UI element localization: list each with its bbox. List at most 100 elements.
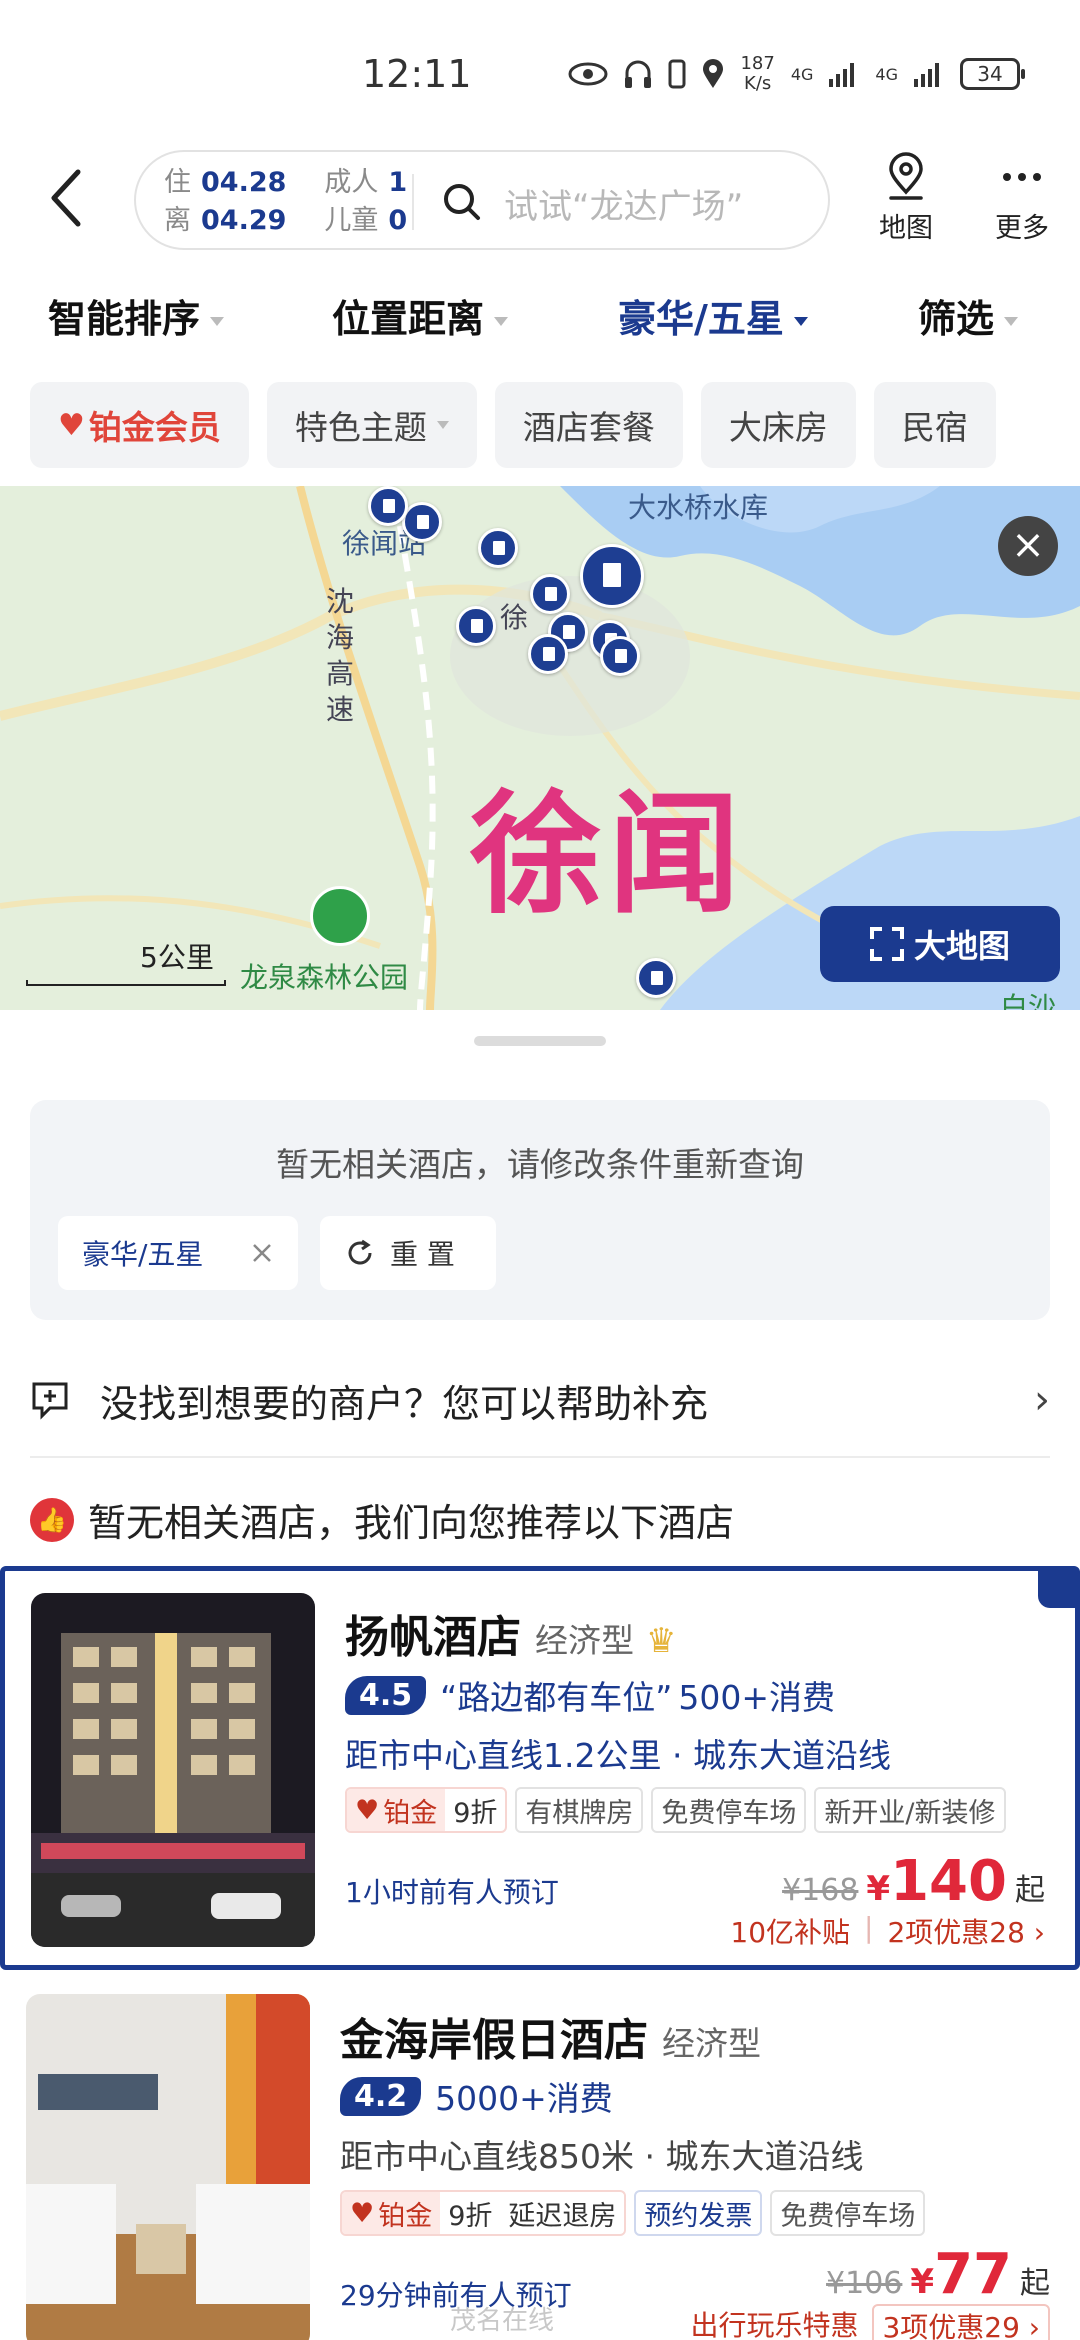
map-label-highway-4: 速 bbox=[326, 693, 355, 726]
close-map-button[interactable]: × bbox=[998, 516, 1058, 576]
promo-discounts[interactable]: 2项优惠28 › bbox=[887, 1911, 1045, 1951]
map-pin-icon bbox=[889, 152, 923, 200]
checkout-date: 04.29 bbox=[201, 205, 287, 236]
hotel-map-pin[interactable] bbox=[528, 634, 568, 674]
hotel-map-pin[interactable] bbox=[530, 574, 570, 614]
platinum-discount-badge: ♥ 铂金 9折 bbox=[345, 1787, 508, 1833]
more-dots-icon bbox=[1003, 173, 1041, 181]
sort-bar: 智能排序 位置距离 豪华/五星 筛选 bbox=[0, 280, 1080, 352]
map-city-name: 徐闻 bbox=[470, 778, 746, 932]
map-scale-bar bbox=[26, 980, 226, 986]
heart-icon: ♥ bbox=[355, 1794, 380, 1826]
active-filter-chip[interactable]: 豪华/五星 bbox=[58, 1216, 298, 1290]
tag-bigbed-label: 大床房 bbox=[728, 408, 828, 447]
park-tree-icon bbox=[310, 886, 370, 946]
sort-distance[interactable]: 位置距离 bbox=[332, 288, 509, 343]
hotel-map-pin[interactable] bbox=[456, 606, 496, 646]
promo-discounts[interactable]: 3项优惠29 › bbox=[872, 2304, 1050, 2340]
more-button[interactable]: 更多 bbox=[982, 152, 1062, 245]
tag-homestay[interactable]: 民宿 bbox=[873, 382, 996, 468]
checkin-label: 住 bbox=[164, 167, 191, 198]
caret-down-icon bbox=[436, 421, 449, 429]
expand-icon bbox=[869, 927, 904, 961]
feature-badge: 延迟退房 bbox=[500, 2193, 625, 2233]
search-header: 住 04.28 成人 1 离 04.29 儿童 0 试试“龙达广场” 地图 更多 bbox=[0, 140, 1080, 260]
watermark: 茂名在线 bbox=[450, 2306, 555, 2336]
hotel-name[interactable]: 扬帆酒店 经济型 ♛ bbox=[345, 1601, 676, 1665]
sort-filter[interactable]: 筛选 bbox=[918, 288, 1019, 343]
hotel-map-pin-selected[interactable] bbox=[580, 544, 644, 608]
thumbs-up-icon: 👍 bbox=[30, 1497, 74, 1542]
sort-luxury[interactable]: 豪华/五星 bbox=[618, 288, 808, 343]
hotel-badges: ♥ 铂金 9折 有棋牌房 免费停车场 新开业/新装修 bbox=[345, 1787, 1006, 1833]
hotel-card[interactable]: 扬帆酒店 经济型 ♛ 4.5 “路边都有车位” 500+消费 距市中心直线1.2公里… bbox=[0, 1566, 1080, 1970]
recommend-header-text: 暂无相关酒店，我们向您推荐以下酒店 bbox=[88, 1501, 735, 1545]
caret-down-icon bbox=[210, 317, 225, 326]
adult-count: 1 bbox=[388, 167, 408, 198]
back-icon[interactable] bbox=[48, 168, 84, 228]
signal-bars-icon-2 bbox=[914, 63, 939, 87]
price-value: 140 bbox=[890, 1849, 1007, 1914]
map-button[interactable]: 地图 bbox=[866, 152, 946, 245]
search-divider bbox=[412, 174, 414, 230]
refresh-icon bbox=[348, 1239, 372, 1265]
hotel-map-pin[interactable] bbox=[636, 958, 676, 998]
sort-filter-label: 筛选 bbox=[918, 297, 995, 341]
tag-package[interactable]: 酒店套餐 bbox=[494, 382, 683, 468]
consumption-count: 500+消费 bbox=[678, 1678, 835, 1717]
hotel-location: 距市中心直线1.2公里 · 城东大道沿线 bbox=[345, 1736, 891, 1775]
active-filter-label: 豪华/五星 bbox=[82, 1238, 204, 1271]
recent-booking: 1小时前有人预订 bbox=[345, 1876, 559, 1909]
caret-down-icon bbox=[793, 317, 808, 326]
map-marker-icon bbox=[1038, 1568, 1078, 1608]
hotel-badges: ♥ 铂金 9折 延迟退房 预约发票 免费停车场 bbox=[340, 2190, 926, 2236]
map-label-reservoir: 大水桥水库 bbox=[628, 491, 769, 524]
review-highlight: “路边都有车位” bbox=[440, 1678, 673, 1717]
sort-smart[interactable]: 智能排序 bbox=[48, 288, 225, 343]
hotel-type: 经济型 bbox=[535, 1621, 634, 1660]
tag-homestay-label: 民宿 bbox=[901, 408, 968, 447]
sheet-drag-handle[interactable] bbox=[474, 1036, 606, 1046]
map-scale-label: 5公里 bbox=[140, 941, 214, 974]
hotel-map-pin[interactable] bbox=[478, 528, 518, 568]
hotel-map-pin[interactable] bbox=[402, 502, 442, 542]
chevron-right-icon: › bbox=[1034, 1377, 1050, 1423]
heart-icon: ♥ bbox=[350, 2197, 375, 2229]
tag-platinum-member-label: 铂金会员 bbox=[88, 408, 221, 447]
hotel-map-pin[interactable] bbox=[600, 636, 640, 676]
feature-badge: 免费停车场 bbox=[651, 1787, 807, 1833]
map-label-edge: 白沙 bbox=[1000, 991, 1057, 1010]
search-box[interactable]: 住 04.28 成人 1 离 04.29 儿童 0 试试“龙达广场” bbox=[134, 150, 830, 250]
hotel-rating-row: 4.2 5000+消费 bbox=[340, 2072, 613, 2120]
promo-row[interactable]: 出行玩乐特惠 3项优惠29 › bbox=[690, 2304, 1050, 2340]
close-icon[interactable] bbox=[250, 1241, 274, 1265]
current-price: ¥77 bbox=[910, 2242, 1012, 2307]
suggest-merchant-row[interactable]: 没找到想要的商户？您可以帮助补充 › bbox=[30, 1360, 1050, 1440]
map-view[interactable]: 大水桥水库 徐闻站 沈 海 高 速 徐 龙泉森林公园 白沙 徐闻 × 5公里 大… bbox=[0, 486, 1080, 1010]
promo-row[interactable]: 10亿补贴 | 2项优惠28 › bbox=[730, 1911, 1045, 1951]
reset-button-label: 重 置 bbox=[390, 1238, 455, 1271]
consumption-count: 5000+消费 bbox=[435, 2079, 613, 2118]
hotel-photo[interactable] bbox=[26, 1994, 310, 2340]
tag-platinum-member[interactable]: ♥ 铂金会员 bbox=[30, 382, 249, 468]
hotel-card[interactable]: 金海岸假日酒店 经济型 4.2 5000+消费 距市中心直线850米 · 城东大道… bbox=[0, 1990, 1080, 2340]
rating-score: 4.2 bbox=[340, 2076, 422, 2116]
big-map-button[interactable]: 大地图 bbox=[820, 906, 1060, 982]
promo-subsidy: 10亿补贴 bbox=[730, 1916, 851, 1949]
feature-badge: 有棋牌房 bbox=[515, 1787, 644, 1833]
hotel-name[interactable]: 金海岸假日酒店 经济型 bbox=[340, 2004, 761, 2068]
eye-icon bbox=[568, 62, 608, 86]
search-input[interactable]: 试试“龙达广场” bbox=[504, 179, 743, 228]
platinum-discount-badge: ♥ 铂金 9折 延迟退房 bbox=[340, 2190, 627, 2236]
reset-button[interactable]: 重 置 bbox=[320, 1216, 496, 1290]
tag-bigbed[interactable]: 大床房 bbox=[700, 382, 856, 468]
hotel-photo[interactable] bbox=[31, 1593, 315, 1947]
date-guest-selector[interactable]: 住 04.28 成人 1 离 04.29 儿童 0 bbox=[164, 164, 407, 240]
status-icons: 187 K/s 4G 4G 34 bbox=[568, 54, 1025, 94]
tag-theme[interactable]: 特色主题 bbox=[266, 382, 477, 468]
network-speed-value: 187 bbox=[740, 53, 775, 74]
network-speed: 187 K/s bbox=[740, 54, 774, 94]
hotel-name-text: 扬帆酒店 bbox=[345, 1612, 521, 1663]
original-price: ¥168 bbox=[782, 1873, 859, 1908]
map-label-park: 龙泉森林公园 bbox=[240, 961, 409, 994]
